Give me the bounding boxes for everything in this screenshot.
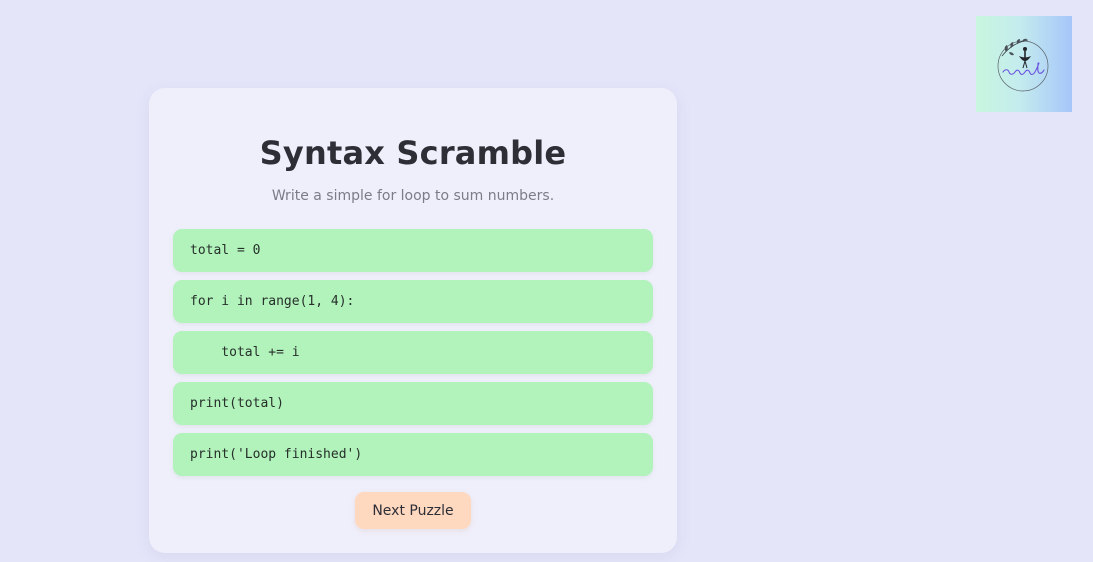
logo (976, 16, 1072, 112)
page-title: Syntax Scramble (259, 134, 567, 172)
code-block[interactable]: print(total) (173, 382, 653, 425)
code-block[interactable]: print('Loop finished') (173, 433, 653, 476)
code-block-list: total = 0 for i in range(1, 4): total +=… (173, 229, 653, 484)
puzzle-card: Syntax Scramble Write a simple for loop … (149, 88, 677, 553)
next-puzzle-button[interactable]: Next Puzzle (355, 492, 471, 529)
code-block[interactable]: total += i (173, 331, 653, 374)
code-block[interactable]: for i in range(1, 4): (173, 280, 653, 323)
signature-logo-icon (997, 38, 1049, 92)
code-block[interactable]: total = 0 (173, 229, 653, 272)
puzzle-instructions: Write a simple for loop to sum numbers. (271, 188, 555, 204)
